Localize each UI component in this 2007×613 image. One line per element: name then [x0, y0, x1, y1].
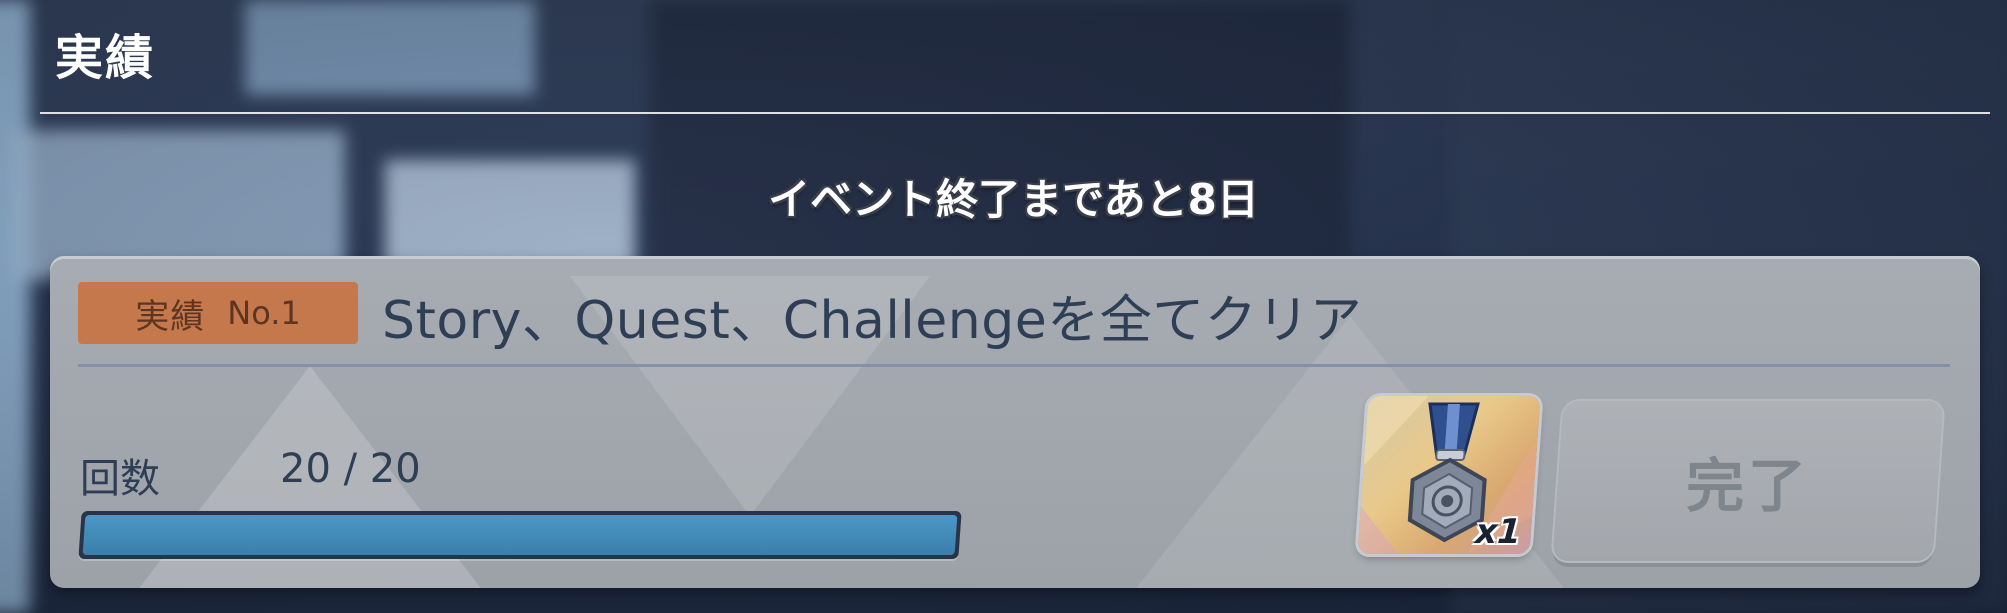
event-remaining-notice: イベント終了まであと8日	[768, 175, 1259, 224]
count-value: 20 / 20	[280, 446, 421, 492]
achievement-badge-label: 実績	[135, 296, 206, 337]
progress-bar-fill	[82, 515, 958, 555]
achievement-title: Story、Quest、Challengeを全てクリア	[382, 291, 1363, 351]
page-title: 実績	[55, 30, 156, 86]
achievement-badge-number: No.1	[227, 294, 301, 332]
progress-bar	[78, 511, 962, 559]
achievement-number-badge: 実績 No.1	[78, 282, 358, 344]
complete-button-label: 完了	[1685, 452, 1810, 520]
header-divider	[40, 112, 1990, 114]
reward-quantity: x1	[1474, 512, 1523, 552]
reward-item[interactable]: x1	[1357, 396, 1541, 554]
complete-button[interactable]: 完了	[1552, 401, 1944, 561]
achievement-card: 実績 No.1 Story、Quest、Challengeを全てクリア 回数 2…	[50, 256, 1980, 588]
count-label: 回数	[80, 456, 160, 502]
card-divider	[78, 364, 1950, 367]
